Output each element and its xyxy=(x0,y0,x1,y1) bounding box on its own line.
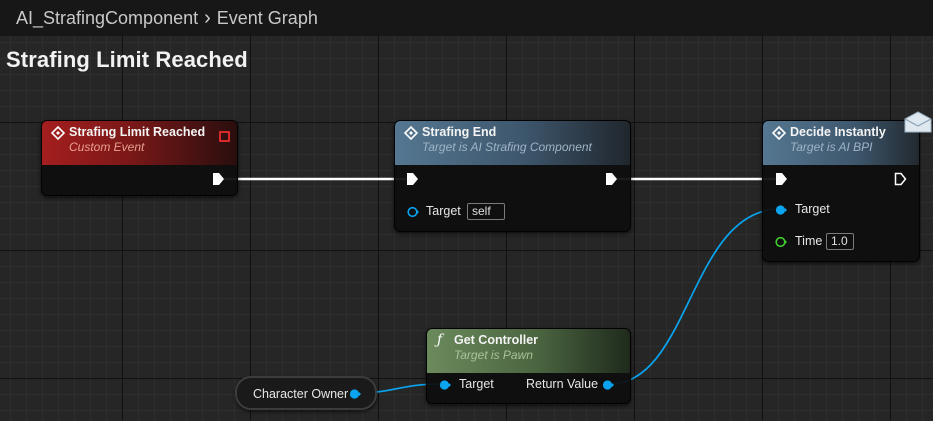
exec-output-pin[interactable] xyxy=(212,172,225,186)
node-subtitle: Target is AI Strafing Component xyxy=(422,140,592,154)
variable-output-pin-icon[interactable] xyxy=(349,388,361,400)
node-strafing-end[interactable]: Strafing End Target is AI Strafing Compo… xyxy=(394,120,631,232)
time-pin-label: Time xyxy=(795,234,823,248)
node-header: Strafing Limit Reached Custom Event xyxy=(42,121,237,165)
node-header: ƒ Get Controller Target is Pawn xyxy=(427,329,630,373)
node-subtitle: Target is AI BPI xyxy=(790,140,873,154)
event-diamond-icon xyxy=(772,126,786,140)
node-decide-instantly[interactable]: Decide Instantly Target is AI BPI Target… xyxy=(762,120,920,262)
event-diamond-icon xyxy=(51,126,65,140)
node-header: Strafing End Target is AI Strafing Compo… xyxy=(395,121,630,165)
time-pin-icon[interactable] xyxy=(775,236,787,248)
node-title: Strafing Limit Reached xyxy=(69,125,206,139)
target-self-value[interactable]: self xyxy=(467,203,505,220)
node-get-controller[interactable]: ƒ Get Controller Target is Pawn Target R… xyxy=(426,328,631,404)
node-subtitle: Target is Pawn xyxy=(454,348,533,362)
event-diamond-icon xyxy=(404,126,418,140)
variable-label: Character Owner xyxy=(253,387,349,401)
exec-input-pin[interactable] xyxy=(775,172,788,186)
target-pin-label: Target xyxy=(426,204,461,218)
node-subtitle: Custom Event xyxy=(69,140,145,154)
exec-output-pin[interactable] xyxy=(605,172,618,186)
node-strafing-limit-reached-event[interactable]: Strafing Limit Reached Custom Event xyxy=(41,120,238,196)
node-character-owner-variable[interactable]: Character Owner xyxy=(235,376,377,410)
node-header: Decide Instantly Target is AI BPI xyxy=(763,121,919,165)
node-title: Strafing End xyxy=(422,125,497,139)
object-wire-return-to-target xyxy=(609,208,781,385)
target-pin-connected-icon[interactable] xyxy=(775,204,787,216)
target-pin-label: Target xyxy=(795,202,830,216)
target-pin-connected-icon[interactable] xyxy=(439,379,451,391)
target-pin-label: Target xyxy=(459,377,494,391)
envelope-icon xyxy=(904,111,932,133)
delegate-pin-icon[interactable] xyxy=(219,131,230,142)
return-value-label: Return Value xyxy=(526,377,599,391)
exec-input-pin[interactable] xyxy=(406,172,419,186)
time-value-input[interactable]: 1.0 xyxy=(826,233,854,250)
node-title: Decide Instantly xyxy=(790,125,886,139)
function-f-icon: ƒ xyxy=(437,332,443,348)
exec-output-pin[interactable] xyxy=(894,172,907,186)
node-title: Get Controller xyxy=(454,333,539,347)
target-pin-unconnected-icon[interactable] xyxy=(407,206,419,218)
return-value-pin-icon[interactable] xyxy=(602,379,614,391)
